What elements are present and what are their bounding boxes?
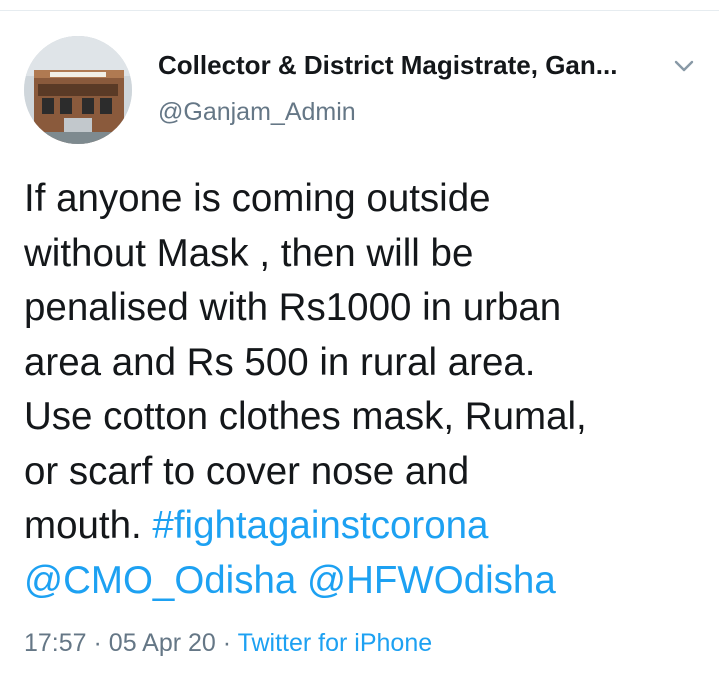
chevron-down-icon[interactable] bbox=[670, 52, 698, 80]
tweet-line: penalised with Rs1000 in urban bbox=[24, 286, 562, 329]
top-divider bbox=[0, 10, 719, 11]
tweet-meta: 17:57 · 05 Apr 20 · Twitter for iPhone bbox=[24, 629, 432, 658]
tweet-line-last: mouth. #fightagainstcorona bbox=[24, 499, 704, 554]
author-avatar[interactable] bbox=[24, 36, 132, 144]
government-building-icon bbox=[24, 36, 132, 144]
meta-separator: · bbox=[93, 629, 102, 657]
tweet-text: If anyone is coming outside without Mask… bbox=[24, 172, 704, 608]
tweet-time: 17:57 bbox=[24, 629, 87, 657]
tweet-text-fragment: mouth. bbox=[24, 504, 153, 547]
mention-link-hfwodisha[interactable]: @HFWOdisha bbox=[307, 559, 556, 602]
tweet-line: Use cotton clothes mask, Rumal, bbox=[24, 395, 587, 438]
author-handle[interactable]: @Ganjam_Admin bbox=[158, 98, 356, 127]
hashtag-link[interactable]: #fightagainstcorona bbox=[152, 504, 488, 547]
tweet-mentions-line: @CMO_Odisha @HFWOdisha bbox=[24, 554, 704, 609]
tweet-line: or scarf to cover nose and bbox=[24, 449, 470, 493]
tweet-line: without Mask , then will be bbox=[24, 231, 474, 275]
tweet-date[interactable]: 05 Apr 20 bbox=[109, 629, 216, 657]
meta-separator: · bbox=[222, 629, 232, 657]
tweet-line: area and Rs 500 in rural area. bbox=[24, 340, 536, 384]
mention-link-cmo-odisha[interactable]: @CMO_Odisha bbox=[24, 559, 296, 602]
tweet-source-link[interactable]: Twitter for iPhone bbox=[238, 629, 433, 657]
tweet-line: If anyone is coming outside bbox=[24, 177, 491, 220]
author-display-name[interactable]: Collector & District Magistrate, Gan... bbox=[158, 50, 658, 81]
